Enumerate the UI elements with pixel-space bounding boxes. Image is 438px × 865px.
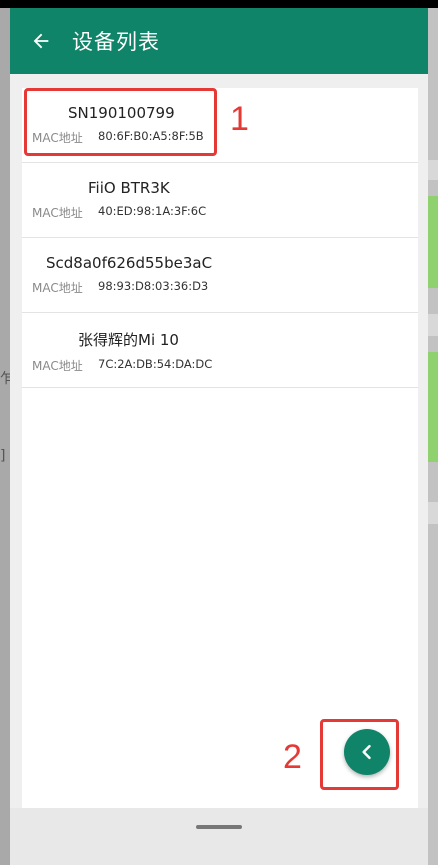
device-item[interactable]: Scd8a0f626d55be3aC MAC地址 98:93:D8:03:36:… [22,238,418,313]
mac-row: MAC地址 7C:2A:DB:54:DA:DC [32,357,418,374]
background-green-block [428,196,438,288]
annotation-number-2: 2 [283,738,302,776]
device-name: Scd8a0f626d55be3aC [46,254,213,272]
arrow-left-icon [33,33,49,49]
background-glyph: ] [0,448,6,464]
screen: 乍 ] 设备列表 SN190100799 MAC地址 80:6F:B0:A5:8… [0,0,438,865]
mac-value: 98:93:D8:03:36:D3 [98,279,209,293]
device-name: 张得辉的Mi 10 [78,331,179,349]
home-indicator[interactable] [196,825,242,829]
mac-value: 40:ED:98:1A:3F:6C [98,204,207,218]
toolbar: 设备列表 [10,8,428,74]
device-item[interactable]: 张得辉的Mi 10 MAC地址 7C:2A:DB:54:DA:DC [22,313,418,388]
background-strip [428,314,438,336]
mac-label: MAC地址 [32,359,83,373]
background-strip [428,502,438,524]
background-green-block [428,352,438,462]
background-strip [428,160,438,180]
mac-value: 7C:2A:DB:54:DA:DC [98,357,213,371]
background-app-left-edge: 乍 ] [0,0,14,865]
page-title: 设备列表 [72,30,160,54]
mac-row: MAC地址 98:93:D8:03:36:D3 [32,279,418,296]
device-list: SN190100799 MAC地址 80:6F:B0:A5:8F:5B FiiO… [22,88,418,808]
device-name: FiiO BTR3K [88,179,170,197]
background-app-right-edge [428,0,438,865]
annotation-number-1: 1 [230,100,249,138]
mac-row: MAC地址 40:ED:98:1A:3F:6C [32,204,418,221]
annotation-box-1 [24,88,217,156]
navigation-bar [10,808,428,865]
mac-label: MAC地址 [32,281,83,295]
annotation-box-2 [320,719,399,790]
mac-label: MAC地址 [32,206,83,220]
status-bar [0,0,438,8]
back-button[interactable] [28,28,54,54]
device-item[interactable]: FiiO BTR3K MAC地址 40:ED:98:1A:3F:6C [22,163,418,238]
